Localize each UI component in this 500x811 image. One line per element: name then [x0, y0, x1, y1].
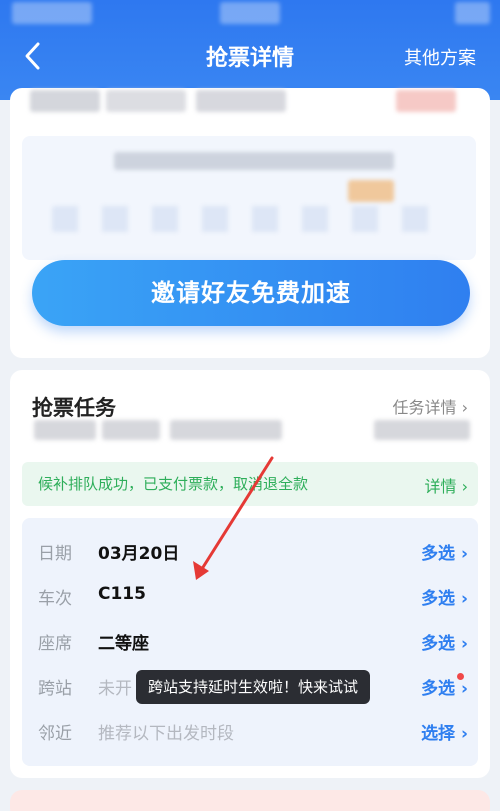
- invite-friends-button[interactable]: 邀请好友免费加速: [32, 260, 470, 326]
- multi-select-button[interactable]: 多选 ›: [421, 629, 468, 654]
- blurred-status-item: [455, 2, 490, 24]
- option-value: C115: [98, 584, 146, 604]
- option-label: 日期: [38, 544, 72, 564]
- blurred-status-item: [12, 2, 92, 24]
- app-header: 抢票详情 其他方案: [0, 0, 500, 100]
- cross-station-tooltip: 跨站支持延时生效啦！快来试试: [136, 670, 371, 704]
- option-value: 二等座: [98, 634, 149, 654]
- notice-detail-link[interactable]: 详情 ›: [425, 473, 469, 497]
- bottom-card: [10, 790, 490, 811]
- blurred-info-box: [22, 136, 476, 260]
- blurred-text: [30, 90, 100, 112]
- blurred-text: [102, 420, 160, 440]
- multi-select-button[interactable]: 多选 ›: [421, 539, 468, 564]
- option-label: 座席: [38, 634, 72, 654]
- option-label: 车次: [38, 589, 72, 609]
- waitlist-notice: 候补排队成功，已支付票款，取消退全款 详情 ›: [22, 462, 478, 506]
- option-value: 03月20日: [98, 544, 180, 564]
- option-row-nearby: 邻近 推荐以下出发时段 选择 ›: [22, 708, 478, 752]
- task-card-title: 抢票任务: [32, 396, 116, 420]
- nav-bar: 抢票详情 其他方案: [0, 32, 500, 80]
- blurred-text: [170, 420, 282, 440]
- option-label: 跨站: [38, 679, 72, 699]
- other-plans-link[interactable]: 其他方案: [404, 44, 476, 70]
- blurred-text: [196, 90, 286, 112]
- option-row-seat: 座席 二等座 多选 ›: [22, 618, 478, 662]
- blurred-text: [106, 90, 186, 112]
- option-value: 未开: [98, 679, 132, 699]
- trip-summary-card: 邀请好友免费加速: [10, 88, 490, 358]
- blurred-status-item: [220, 2, 280, 24]
- option-row-date: 日期 03月20日 多选 ›: [22, 528, 478, 572]
- option-row-train: 车次 C115 多选 ›: [22, 573, 478, 617]
- blurred-text: [374, 420, 470, 440]
- blurred-badge: [396, 90, 456, 112]
- red-dot-badge: [457, 673, 464, 680]
- blurred-date-strip: [52, 206, 452, 232]
- blurred-text: [114, 152, 394, 170]
- task-card: 抢票任务 任务详情 › 候补排队成功，已支付票款，取消退全款 详情 › 日期 0…: [10, 370, 490, 778]
- option-label: 邻近: [38, 724, 72, 744]
- blurred-text: [34, 420, 96, 440]
- task-options-panel: 日期 03月20日 多选 › 车次 C115 多选 › 座席 二等座 多选 › …: [22, 518, 478, 766]
- notice-text: 候补排队成功，已支付票款，取消退全款: [38, 475, 309, 493]
- task-detail-link[interactable]: 任务详情 ›: [393, 394, 469, 418]
- option-value: 推荐以下出发时段: [98, 724, 234, 744]
- multi-select-button[interactable]: 多选 ›: [421, 584, 468, 609]
- blurred-tag: [348, 180, 394, 202]
- select-button[interactable]: 选择 ›: [421, 719, 468, 744]
